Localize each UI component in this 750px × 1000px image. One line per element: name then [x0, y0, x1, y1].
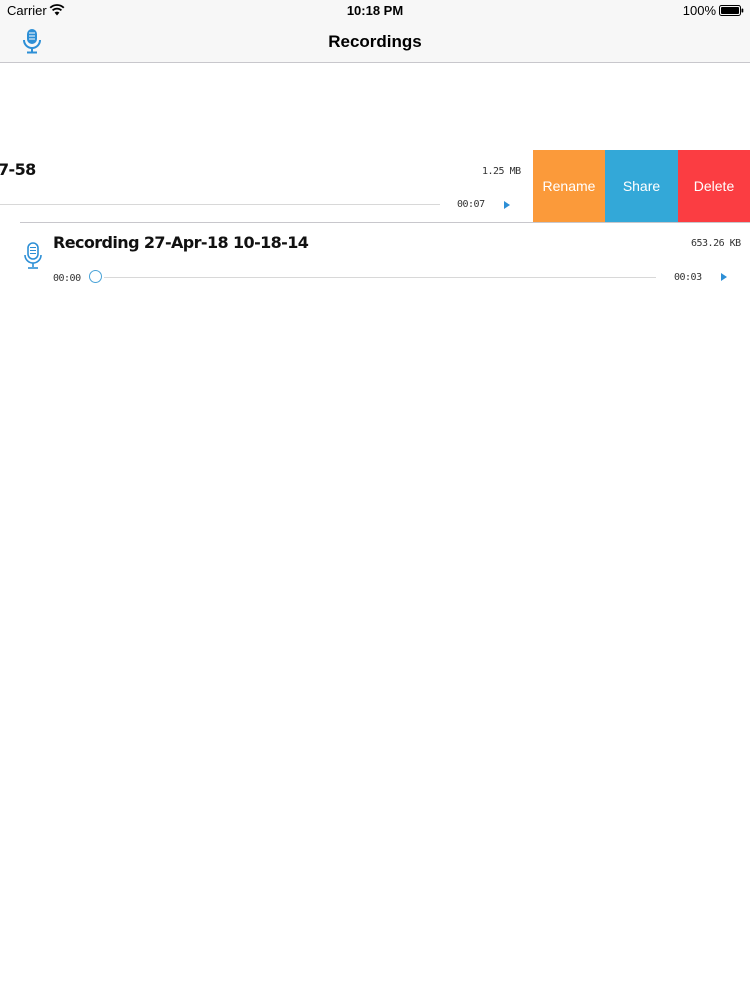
- recording-row[interactable]: Recording 27-Apr-18 10-18-14 653.26 KB 0…: [0, 223, 750, 295]
- progress-track[interactable]: [104, 277, 656, 278]
- page-title: Recordings: [328, 32, 422, 51]
- status-bar: Carrier 10:18 PM 100%: [0, 0, 750, 22]
- battery-percentage: 100%: [682, 3, 716, 18]
- share-button[interactable]: Share: [605, 150, 678, 222]
- progress-thumb[interactable]: [89, 270, 102, 283]
- recording-size: 1.25 MB: [482, 166, 521, 177]
- recordings-screen: Carrier 10:18 PM 100% Recordings 7-58 1.…: [0, 0, 750, 1000]
- clock: 10:18 PM: [346, 3, 404, 18]
- play-icon[interactable]: [721, 273, 727, 281]
- rename-button[interactable]: Rename: [533, 150, 605, 222]
- battery-icon: [719, 5, 744, 16]
- current-time: 00:00: [53, 273, 81, 284]
- delete-button[interactable]: Delete: [678, 150, 750, 222]
- recording-title: Recording 27-Apr-18 10-18-14: [53, 233, 309, 252]
- navigation-bar: Recordings: [0, 22, 750, 63]
- recording-duration: 00:03: [674, 272, 702, 283]
- play-icon[interactable]: [504, 201, 510, 209]
- microphone-icon: [24, 242, 42, 269]
- progress-track[interactable]: [0, 204, 440, 205]
- recording-duration: 00:07: [457, 199, 485, 210]
- recording-size: 653.26 KB: [691, 238, 741, 249]
- recording-title: 7-58: [0, 160, 36, 179]
